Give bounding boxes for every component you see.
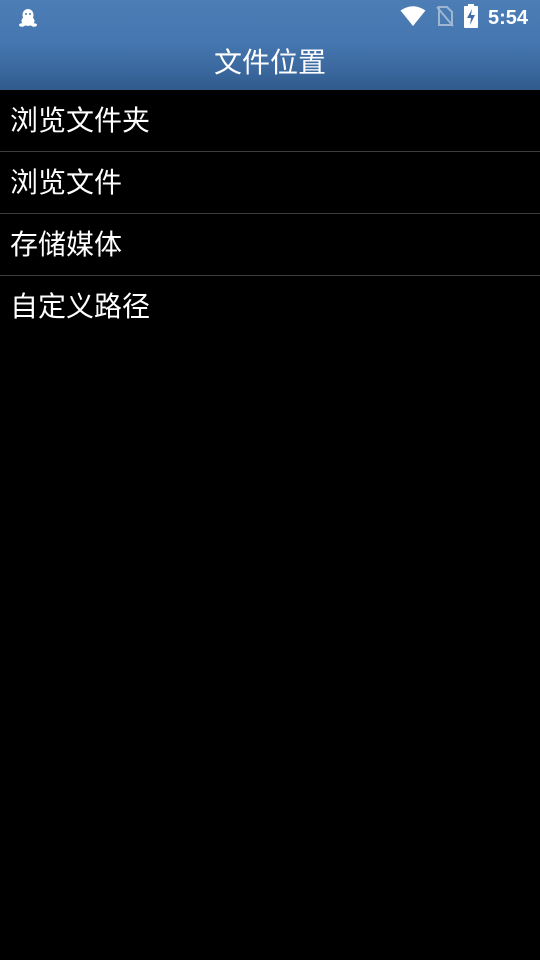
list-item-storage-media[interactable]: 存储媒体 xyxy=(0,214,540,276)
list-item-custom-path[interactable]: 自定义路径 xyxy=(0,276,540,337)
status-bar: 5:54 xyxy=(0,0,540,36)
location-list: 浏览文件夹 浏览文件 存储媒体 自定义路径 xyxy=(0,90,540,337)
status-icons: 5:54 xyxy=(400,4,528,32)
app-header: 5:54 文件位置 xyxy=(0,0,540,90)
wifi-icon xyxy=(400,5,426,31)
list-item-browse-folder[interactable]: 浏览文件夹 xyxy=(0,90,540,152)
battery-charging-icon xyxy=(463,4,478,32)
page-title: 文件位置 xyxy=(213,46,326,79)
list-item-browse-file[interactable]: 浏览文件 xyxy=(0,152,540,214)
qq-penguin-icon xyxy=(18,8,38,28)
status-time: 5:54 xyxy=(487,7,528,29)
no-sim-icon xyxy=(436,5,454,31)
